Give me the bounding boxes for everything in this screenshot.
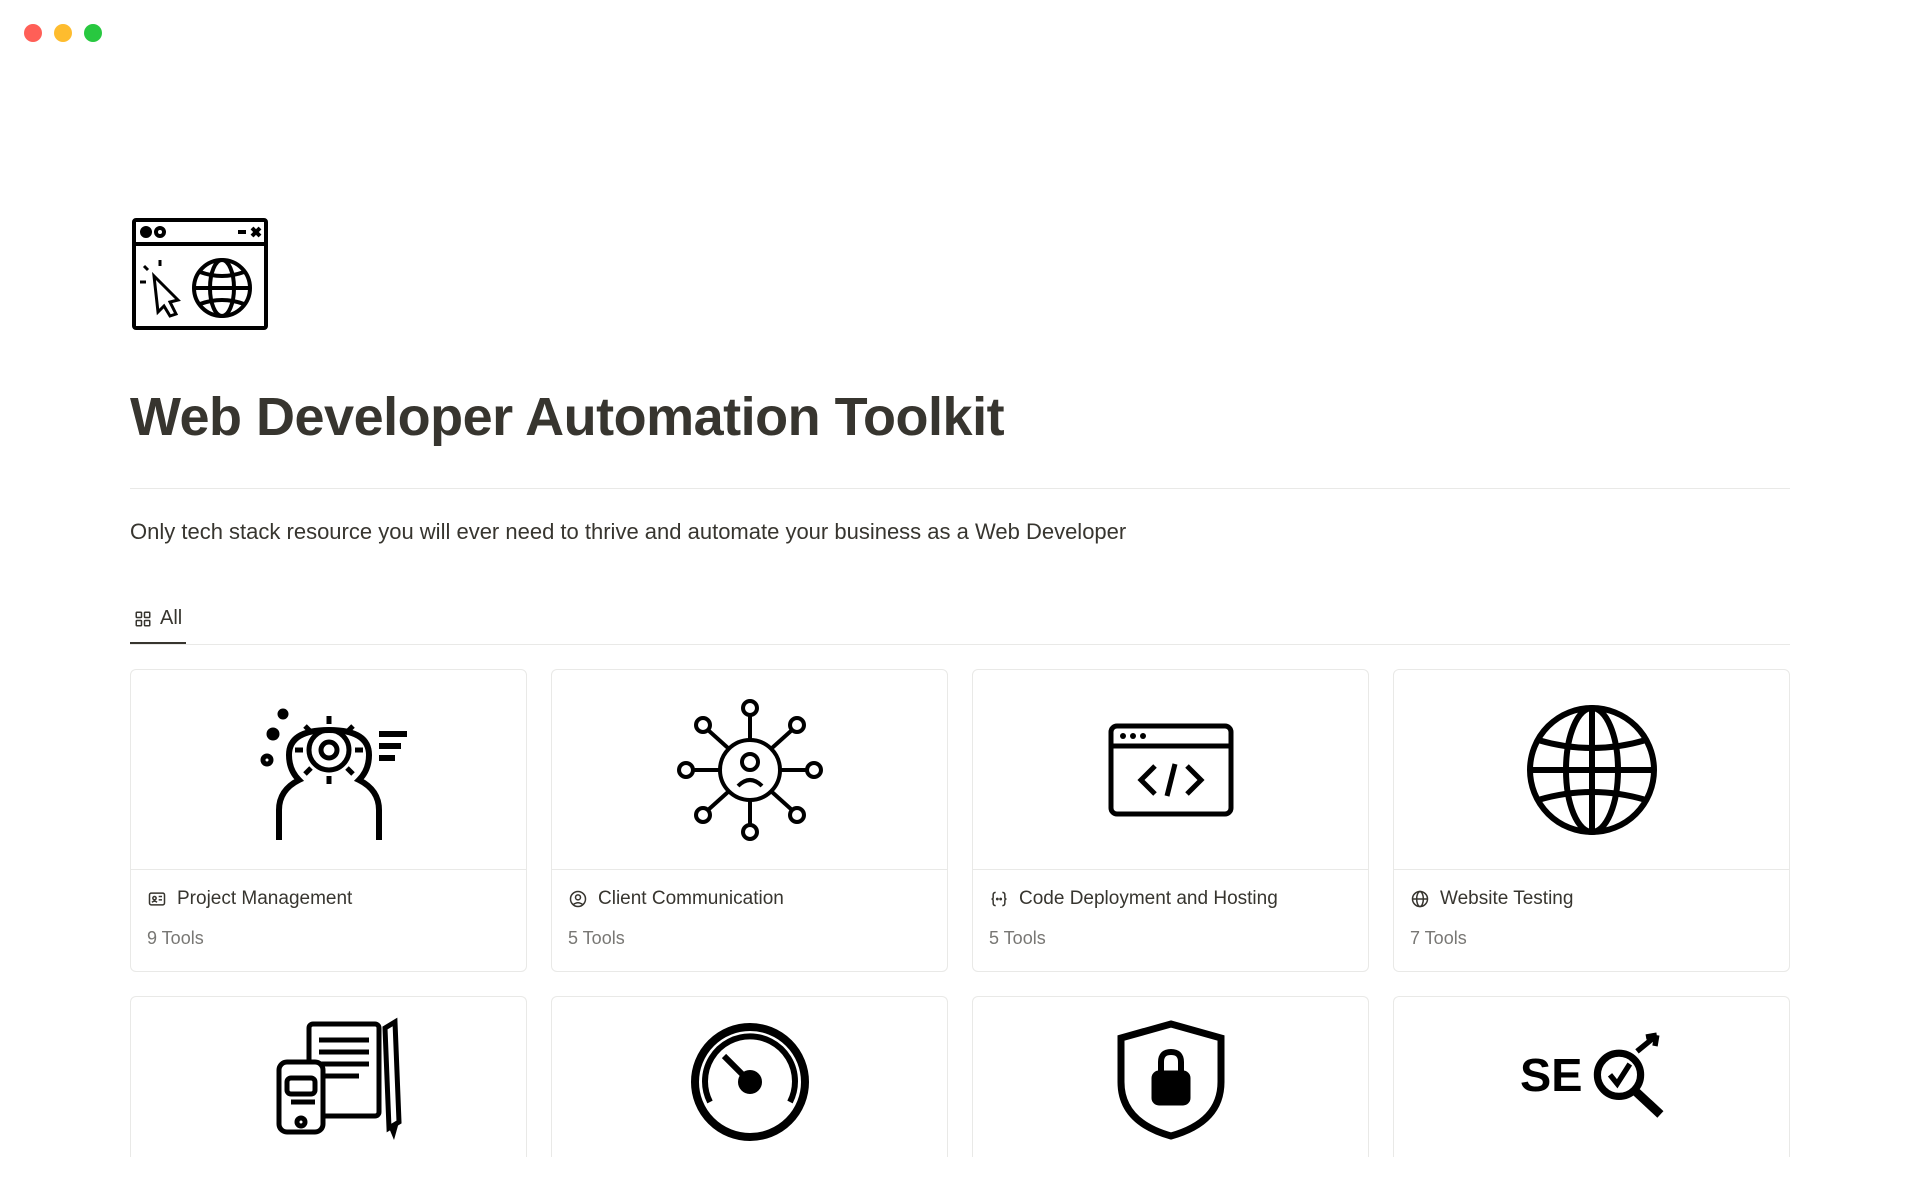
page-icon [130, 216, 1790, 332]
tab-all-label: All [160, 607, 182, 630]
window-zoom-icon[interactable] [84, 24, 102, 42]
window-close-icon[interactable] [24, 24, 42, 42]
page-title: Web Developer Automation Toolkit [130, 386, 1790, 448]
card-title: Project Management [177, 888, 352, 910]
card-cover [973, 997, 1368, 1157]
card-cover [973, 670, 1368, 870]
card-cover [131, 997, 526, 1157]
client-communication-icon [660, 690, 840, 850]
card-row2-1[interactable] [130, 996, 527, 1157]
seo-icon: SE [1502, 1019, 1682, 1136]
divider [130, 488, 1790, 489]
card-count: 9 Tools [147, 928, 510, 949]
gauge-icon [660, 1012, 840, 1142]
card-cover [552, 997, 947, 1157]
card-row2-4[interactable]: SE [1393, 996, 1790, 1157]
project-management-icon [239, 690, 419, 850]
card-count: 5 Tools [989, 928, 1352, 949]
card-cover [552, 670, 947, 870]
card-row2-3[interactable] [972, 996, 1369, 1157]
globe-icon [1410, 889, 1430, 909]
card-project-management[interactable]: Project Management 9 Tools [130, 669, 527, 972]
page-subtitle: Only tech stack resource you will ever n… [130, 519, 1790, 545]
documents-phone-icon [239, 1012, 419, 1142]
card-cover: SE [1394, 997, 1789, 1157]
id-card-icon [147, 889, 167, 909]
card-row2-2[interactable] [551, 996, 948, 1157]
card-count: 7 Tools [1410, 928, 1773, 949]
card-title: Website Testing [1440, 888, 1573, 910]
card-website-testing[interactable]: Website Testing 7 Tools [1393, 669, 1790, 972]
view-tabs: All [130, 607, 1790, 645]
braces-icon [989, 889, 1009, 909]
card-title: Code Deployment and Hosting [1019, 888, 1278, 910]
card-cover [131, 670, 526, 870]
code-deployment-icon [1081, 690, 1261, 850]
card-title: Client Communication [598, 888, 784, 910]
card-code-deployment[interactable]: Code Deployment and Hosting 5 Tools [972, 669, 1369, 972]
card-client-communication[interactable]: Client Communication 5 Tools [551, 669, 948, 972]
card-cover [1394, 670, 1789, 870]
svg-text:SE: SE [1520, 1049, 1582, 1101]
tab-all[interactable]: All [130, 607, 186, 644]
website-testing-icon [1502, 690, 1682, 850]
window-minimize-icon[interactable] [54, 24, 72, 42]
card-count: 5 Tools [568, 928, 931, 949]
window-titlebar [0, 0, 1920, 56]
shield-lock-icon [1081, 1012, 1261, 1142]
person-circle-icon [568, 889, 588, 909]
gallery-icon [134, 610, 152, 628]
